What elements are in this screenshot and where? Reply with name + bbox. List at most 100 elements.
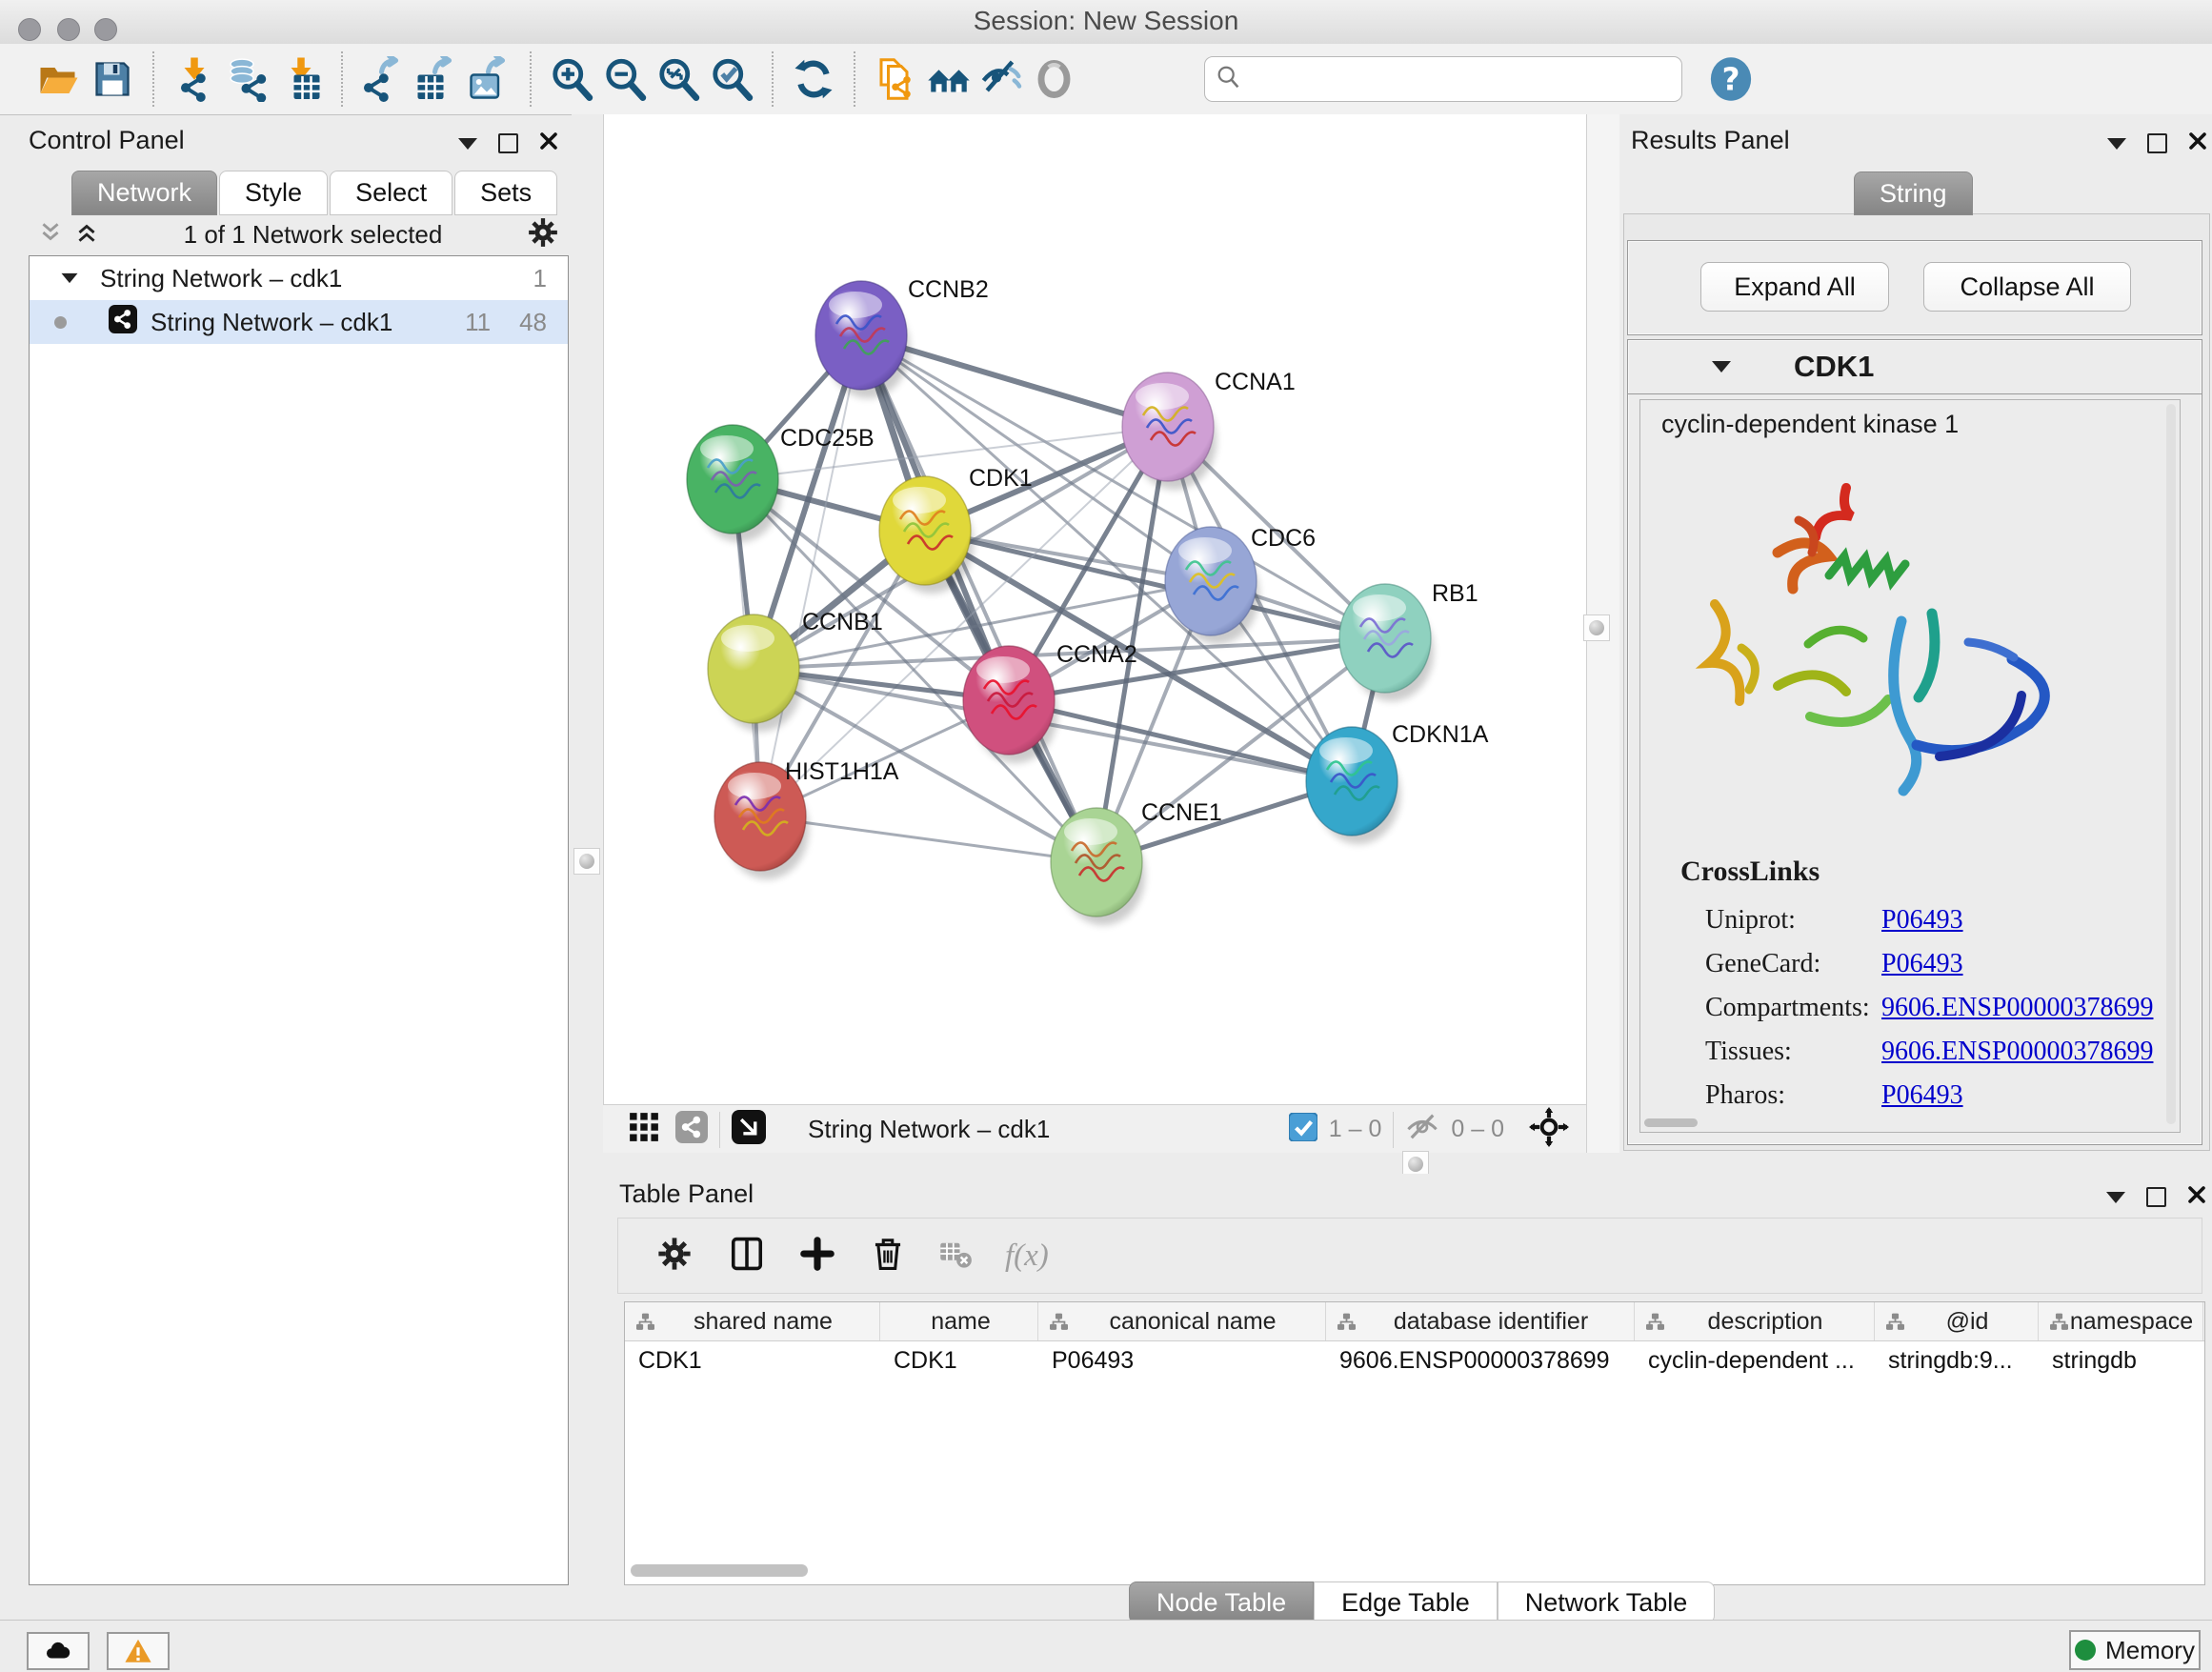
memory-button[interactable]: Memory [2069, 1630, 2201, 1670]
hide-selected-button[interactable] [975, 52, 1029, 106]
table-cell[interactable]: cyclin-dependent ... [1635, 1341, 1875, 1380]
import-network-from-database-button[interactable] [221, 52, 274, 106]
table-settings-gear-icon[interactable] [656, 1236, 693, 1277]
column-header-canonical-name[interactable]: canonical name [1038, 1302, 1326, 1340]
float-panel-icon[interactable] [2107, 138, 2126, 150]
node-CCNA1[interactable] [1122, 373, 1217, 490]
column-header-database-identifier[interactable]: database identifier [1326, 1302, 1635, 1340]
node-CCNB1[interactable] [708, 614, 802, 732]
section-expander-icon[interactable] [1712, 361, 1731, 373]
tab-select[interactable]: Select [330, 171, 452, 215]
edge-CCNB2-HIST1H1A[interactable] [760, 335, 861, 816]
collapse-all-button[interactable]: Collapse All [1923, 262, 2131, 312]
crosslink-link[interactable]: P06493 [1881, 1080, 1963, 1110]
close-panel-icon[interactable] [539, 131, 558, 155]
node-RB1[interactable] [1339, 584, 1434, 701]
results-horizontal-scrollbar[interactable] [1644, 1118, 1698, 1127]
tab-network[interactable]: Network [71, 171, 217, 215]
table-cell[interactable]: CDK1 [625, 1341, 880, 1380]
column-namespace-icon [1050, 1313, 1068, 1331]
crosslink-link[interactable]: P06493 [1881, 949, 1963, 978]
close-panel-icon[interactable] [2187, 1185, 2206, 1209]
warnings-button[interactable] [107, 1632, 170, 1670]
save-session-button[interactable] [86, 52, 139, 106]
zoom-fit-button[interactable] [652, 52, 705, 106]
tab-edge-table[interactable]: Edge Table [1314, 1581, 1498, 1623]
node-CCNB2[interactable] [815, 281, 910, 398]
float-panel-icon[interactable] [2106, 1192, 2125, 1203]
tab-network-table[interactable]: Network Table [1498, 1581, 1716, 1623]
table-cell[interactable]: stringdb:9... [1875, 1341, 2039, 1380]
birdseye-grid-icon[interactable] [628, 1111, 660, 1148]
collection-expander-icon[interactable] [62, 273, 78, 283]
delete-column-trash-icon[interactable] [870, 1236, 906, 1277]
column-header-namespace[interactable]: namespace [2039, 1302, 2203, 1340]
show-all-button[interactable] [1029, 52, 1082, 106]
cloud-button[interactable] [27, 1632, 90, 1670]
export-network-button[interactable] [356, 52, 410, 106]
tab-sets[interactable]: Sets [454, 171, 557, 215]
zoom-in-button[interactable] [545, 52, 598, 106]
network-badge-icon[interactable] [675, 1111, 708, 1148]
expand-all-icon[interactable] [74, 220, 99, 250]
right-splitter-handle[interactable] [1583, 614, 1610, 641]
node-CDK1[interactable] [879, 476, 974, 594]
apply-preferred-layout-button[interactable] [787, 52, 840, 106]
tab-string[interactable]: String [1854, 171, 1973, 215]
network-collection-row[interactable]: String Network – cdk1 1 [30, 256, 568, 300]
crosslink-link[interactable]: P06493 [1881, 905, 1963, 935]
edge-HIST1H1A-CCNE1[interactable] [760, 816, 1096, 862]
show-columns-icon[interactable] [729, 1236, 765, 1277]
open-session-button[interactable] [32, 52, 86, 106]
network-canvas[interactable]: CCNB2CCNA1CDC25BCDK1CDC6RB1CCNB1CCNA2CDK… [603, 114, 1587, 1104]
table-cell[interactable]: 9606.ENSP00000378699 [1326, 1341, 1635, 1380]
export-table-button[interactable] [410, 52, 463, 106]
crosslink-link[interactable]: 9606.ENSP00000378699 [1881, 993, 2153, 1022]
close-panel-icon[interactable] [2188, 131, 2207, 155]
edge-CCNA2-CDKN1A[interactable] [1009, 700, 1352, 781]
results-vertical-scrollbar[interactable] [2166, 404, 2176, 1124]
table-cell[interactable]: P06493 [1038, 1341, 1326, 1380]
import-network-button[interactable] [168, 52, 221, 106]
tab-node-table[interactable]: Node Table [1129, 1581, 1314, 1623]
selected-checkbox-icon[interactable] [1289, 1113, 1317, 1146]
gene-section-header[interactable]: CDK1 [1628, 340, 2202, 394]
import-table-button[interactable] [274, 52, 328, 106]
help-button[interactable]: ? [1703, 51, 1759, 107]
expand-all-button[interactable]: Expand All [1700, 262, 1889, 312]
maximize-panel-icon[interactable] [498, 133, 518, 153]
table-horizontal-scrollbar[interactable] [631, 1564, 808, 1577]
node-CDC6[interactable] [1165, 527, 1259, 644]
column-namespace-icon [2050, 1313, 2068, 1331]
network-row[interactable]: String Network – cdk1 11 48 [30, 300, 568, 344]
crosslink-link[interactable]: 9606.ENSP00000378699 [1881, 1037, 2153, 1066]
column-header-name[interactable]: name [880, 1302, 1038, 1340]
string-protein-query-button[interactable] [922, 52, 975, 106]
tab-style[interactable]: Style [219, 171, 328, 215]
table-cell[interactable]: stringdb [2039, 1341, 2203, 1380]
clone-network-button[interactable] [869, 52, 922, 106]
pan-crosshair-icon[interactable] [1529, 1107, 1569, 1152]
node-CDC25B[interactable] [687, 425, 781, 542]
open-in-window-icon[interactable] [732, 1110, 766, 1149]
maximize-panel-icon[interactable] [2146, 1187, 2166, 1207]
node-CCNE1[interactable] [1051, 808, 1145, 925]
column-header-shared-name[interactable]: shared name [625, 1302, 880, 1340]
float-panel-icon[interactable] [458, 138, 477, 150]
collapse-all-icon[interactable] [38, 220, 63, 250]
left-splitter-handle[interactable] [573, 848, 600, 875]
search-input[interactable] [1253, 64, 1681, 95]
export-image-button[interactable] [463, 52, 516, 106]
table-row[interactable]: CDK1CDK1P064939606.ENSP00000378699cyclin… [625, 1341, 2204, 1380]
column-header--id[interactable]: @id [1875, 1302, 2039, 1340]
gear-icon[interactable] [527, 216, 559, 253]
node-CCNA2[interactable] [963, 646, 1057, 763]
zoom-out-button[interactable] [598, 52, 652, 106]
add-column-plus-icon[interactable] [799, 1236, 835, 1277]
maximize-panel-icon[interactable] [2147, 133, 2167, 153]
table-cell[interactable]: CDK1 [880, 1341, 1038, 1380]
zoom-selected-button[interactable] [705, 52, 758, 106]
column-header-description[interactable]: description [1635, 1302, 1875, 1340]
node-CDKN1A[interactable] [1306, 727, 1400, 844]
search-box[interactable] [1204, 56, 1682, 102]
